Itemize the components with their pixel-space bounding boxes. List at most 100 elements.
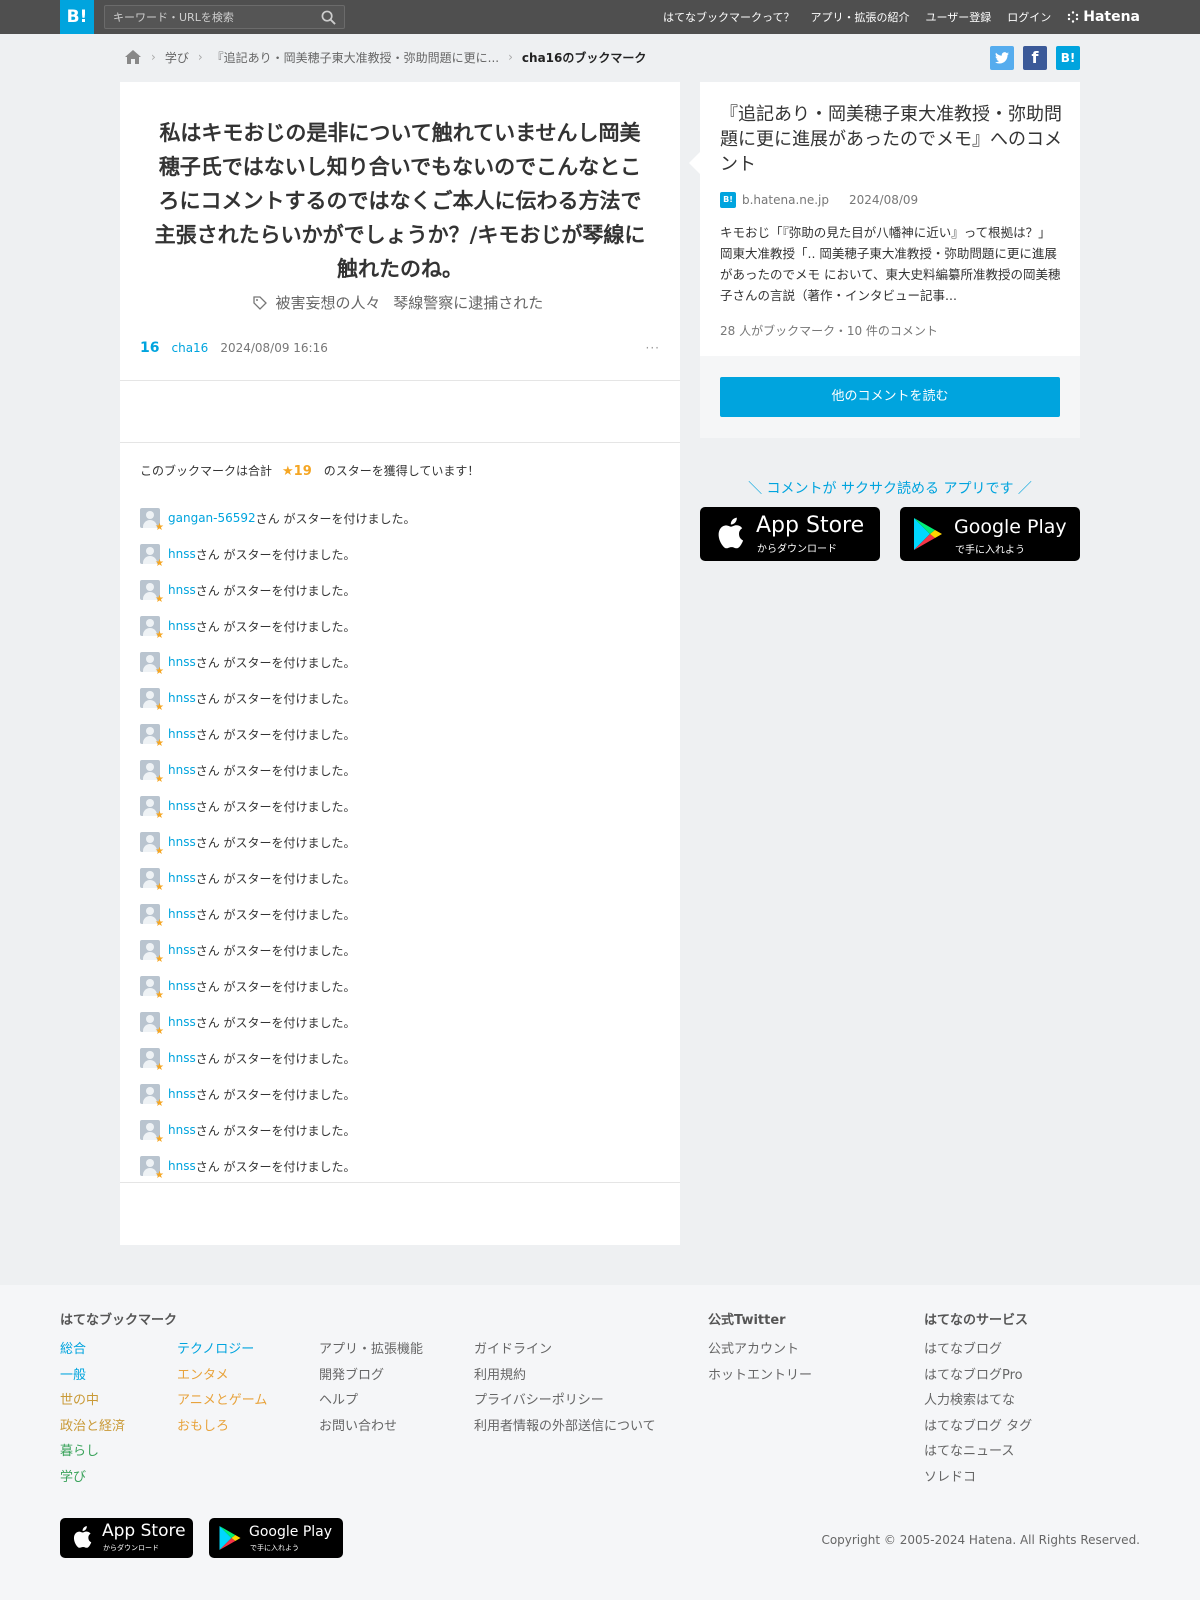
star-user-link[interactable]: hnss <box>168 655 196 669</box>
tag-item[interactable]: 琴線警察に逮捕された <box>393 294 543 312</box>
footer-link[interactable]: 公式アカウント <box>708 1337 812 1363</box>
star-row: ★ hnss さん がスターを付けました。 <box>140 1040 660 1076</box>
footer-link[interactable]: お問い合わせ <box>319 1414 423 1440</box>
avatar[interactable]: ★ <box>140 652 164 677</box>
star-action-text: さん がスターを付けました。 <box>195 1123 356 1138</box>
footer-link[interactable]: ガイドライン <box>474 1337 656 1363</box>
footer-link[interactable]: おもしろ <box>177 1414 267 1440</box>
footer-link[interactable]: 開発ブログ <box>319 1363 423 1389</box>
nav-register[interactable]: ユーザー登録 <box>925 9 991 25</box>
star-user-link[interactable]: hnss <box>168 835 196 849</box>
hatena-bookmark-logo[interactable]: B! <box>60 0 94 34</box>
avatar[interactable]: ★ <box>140 508 164 533</box>
hatena-brand[interactable]: Hatena <box>1067 9 1140 25</box>
avatar[interactable]: ★ <box>140 724 164 749</box>
search-icon[interactable] <box>321 10 336 25</box>
entry-domain[interactable]: b.hatena.ne.jp <box>742 193 829 207</box>
star-user-link[interactable]: hnss <box>168 943 196 957</box>
app-store-badge[interactable]: App Store からダウンロード <box>700 507 880 561</box>
footer-link[interactable]: プライバシーポリシー <box>474 1388 656 1414</box>
avatar[interactable]: ★ <box>140 976 164 1001</box>
star-user-link[interactable]: hnss <box>168 1159 196 1173</box>
avatar[interactable]: ★ <box>140 1048 164 1073</box>
star-user-link[interactable]: hnss <box>168 979 196 993</box>
nav-login[interactable]: ログイン <box>1007 9 1051 25</box>
star-user-link[interactable]: hnss <box>168 1015 196 1029</box>
avatar[interactable]: ★ <box>140 1156 164 1181</box>
footer-link[interactable]: はてなブログPro <box>924 1363 1032 1389</box>
tag-item[interactable]: 被害妄想の人々 <box>275 294 380 312</box>
footer-link[interactable]: ヘルプ <box>319 1388 423 1414</box>
star-icon: ★ <box>155 1134 164 1145</box>
avatar[interactable]: ★ <box>140 760 164 785</box>
google-play-badge[interactable]: Google Play で手に入れよう <box>900 507 1080 561</box>
star-user-link[interactable]: hnss <box>168 1123 196 1137</box>
facebook-share-icon[interactable]: f <box>1023 46 1047 70</box>
footer-link[interactable]: 政治と経済 <box>60 1414 125 1440</box>
avatar[interactable]: ★ <box>140 940 164 965</box>
footer-link[interactable]: ホットエントリー <box>708 1363 812 1389</box>
apple-icon <box>718 517 744 549</box>
avatar[interactable]: ★ <box>140 616 164 641</box>
star-user-link[interactable]: hnss <box>168 907 196 921</box>
entry-title[interactable]: 『追記あり・岡美穂子東大准教授・弥助問題に更に進展があったのでメモ』へのコメント <box>720 102 1065 177</box>
avatar[interactable]: ★ <box>140 1084 164 1109</box>
footer-link[interactable]: はてなブログ <box>924 1337 1032 1363</box>
footer: はてなブックマーク 総合 一般 世の中 政治と経済 暮らし 学び テクノロジー エンタメ アニ… <box>0 1285 1200 1600</box>
twitter-share-icon[interactable] <box>990 46 1014 70</box>
footer-app-store-badge[interactable]: App Store からダウンロード <box>60 1518 193 1558</box>
bookmark-count[interactable]: 16 <box>140 340 159 356</box>
footer-link[interactable]: 利用規約 <box>474 1363 656 1389</box>
footer-link[interactable]: 一般 <box>60 1363 125 1389</box>
breadcrumb-entry[interactable]: 『追記あり・岡美穂子東大准教授・弥助問題に更に... <box>212 49 499 66</box>
footer-link[interactable]: はてなニュース <box>924 1439 1032 1465</box>
footer-link[interactable]: テクノロジー <box>177 1337 267 1363</box>
star-row: ★ hnss さん がスターを付けました。 <box>140 572 660 608</box>
share-buttons: f B! <box>990 46 1080 70</box>
star-user-link[interactable]: gangan-56592 <box>168 511 256 525</box>
footer-link[interactable]: アプリ・拡張機能 <box>319 1337 423 1363</box>
footer-link[interactable]: 人力検索はてな <box>924 1388 1032 1414</box>
read-other-comments-button[interactable]: 他のコメントを読む <box>720 377 1060 417</box>
star-user-link[interactable]: hnss <box>168 691 196 705</box>
footer-google-play-badge[interactable]: Google Play で手に入れよう <box>209 1518 343 1558</box>
star-user-link[interactable]: hnss <box>168 1087 196 1101</box>
star-user-link[interactable]: hnss <box>168 799 196 813</box>
star-user-link[interactable]: hnss <box>168 727 196 741</box>
avatar[interactable]: ★ <box>140 1012 164 1037</box>
search-input[interactable] <box>105 6 305 29</box>
star-user-link[interactable]: hnss <box>168 547 196 561</box>
footer-link[interactable]: エンタメ <box>177 1363 267 1389</box>
footer-link[interactable]: 総合 <box>60 1337 125 1363</box>
bookmark-user[interactable]: cha16 <box>171 341 208 355</box>
search-box[interactable] <box>104 5 345 29</box>
avatar[interactable]: ★ <box>140 688 164 713</box>
star-user-link[interactable]: hnss <box>168 763 196 777</box>
entry-excerpt: キモおじ「『弥助の見た目が八幡神に近い』って根拠は？」 岡東大准教授「.. 岡美… <box>720 225 1061 303</box>
home-icon[interactable] <box>124 49 142 65</box>
more-options-icon[interactable]: ··· <box>646 341 660 355</box>
avatar[interactable]: ★ <box>140 832 164 857</box>
star-user-link[interactable]: hnss <box>168 583 196 597</box>
star-user-link[interactable]: hnss <box>168 619 196 633</box>
nav-about[interactable]: はてなブックマークって？ <box>663 9 794 25</box>
bookmark-date[interactable]: 2024/08/09 16:16 <box>220 341 328 355</box>
footer-link[interactable]: 暮らし <box>60 1439 125 1465</box>
footer-link[interactable]: 世の中 <box>60 1388 125 1414</box>
breadcrumb-category[interactable]: 学び <box>165 49 189 66</box>
avatar[interactable]: ★ <box>140 868 164 893</box>
avatar[interactable]: ★ <box>140 796 164 821</box>
star-user-link[interactable]: hnss <box>168 1051 196 1065</box>
footer-link[interactable]: はてなブログ タグ <box>924 1414 1032 1440</box>
footer-link[interactable]: 利用者情報の外部送信について <box>474 1414 656 1440</box>
nav-apps[interactable]: アプリ・拡張の紹介 <box>810 9 909 25</box>
avatar[interactable]: ★ <box>140 904 164 929</box>
avatar[interactable]: ★ <box>140 580 164 605</box>
hatena-bookmark-share-icon[interactable]: B! <box>1056 46 1080 70</box>
footer-link[interactable]: ソレドコ <box>924 1465 1032 1491</box>
avatar[interactable]: ★ <box>140 1120 164 1145</box>
star-user-link[interactable]: hnss <box>168 871 196 885</box>
footer-link[interactable]: アニメとゲーム <box>177 1388 267 1414</box>
footer-link[interactable]: 学び <box>60 1465 125 1491</box>
avatar[interactable]: ★ <box>140 544 164 569</box>
